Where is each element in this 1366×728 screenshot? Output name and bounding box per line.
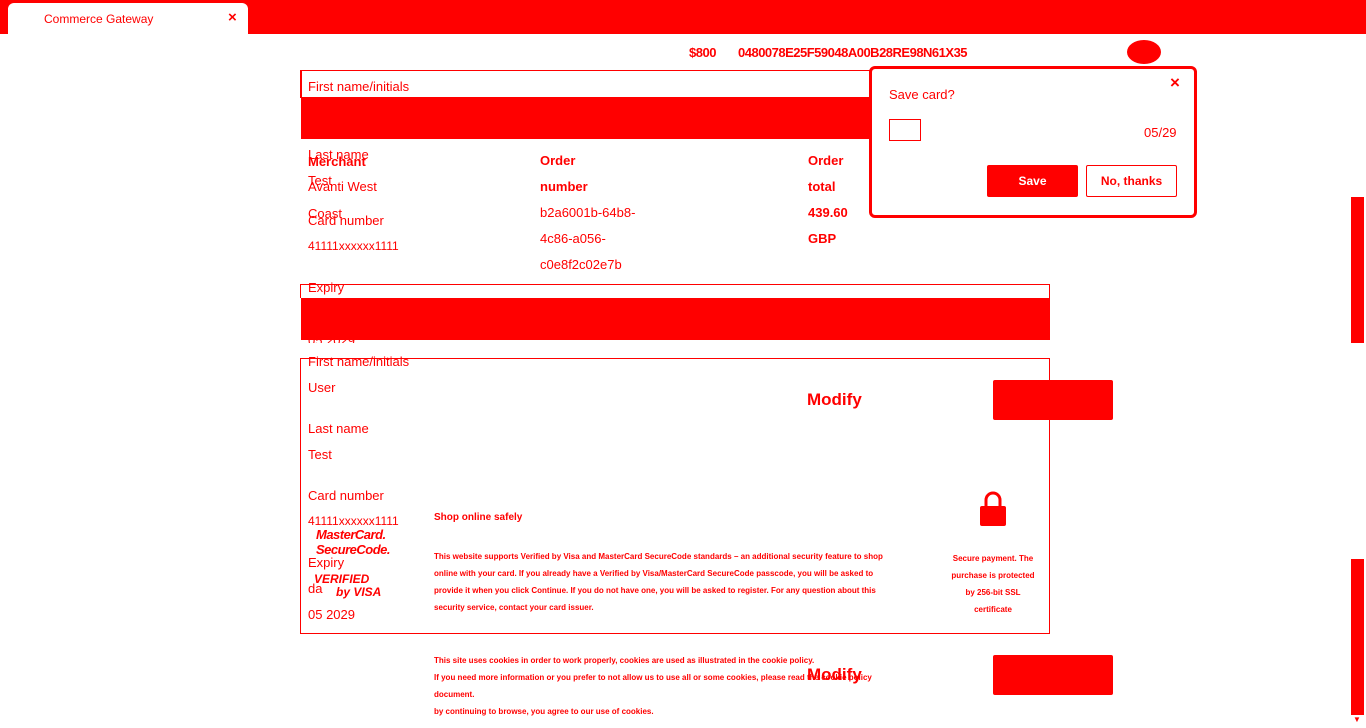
modify-button-2[interactable] <box>993 655 1113 695</box>
tab-close-icon[interactable]: × <box>228 9 237 26</box>
scrollbar-track-segment[interactable] <box>1351 197 1364 343</box>
dialog-title: Save card? <box>889 87 955 102</box>
order-total-label-2: total <box>808 179 836 194</box>
order-number-line-2: 4c86-a056- <box>540 231 606 246</box>
cookie-notice: This site uses cookies in order to work … <box>434 652 904 720</box>
order-total-label: Order <box>808 153 844 168</box>
cookie-line-1: This site uses cookies in order to work … <box>434 656 815 665</box>
bottom-first-name-label: First name/initials <box>308 354 410 369</box>
secure-side-note: Secure payment. The purchase is protecte… <box>951 554 1035 614</box>
header-right-text: 0480078E25F59048A00B28RE98N61X35 <box>738 45 968 60</box>
mastercard-line-2: SecureCode. <box>316 542 390 557</box>
modify-button-1[interactable] <box>993 380 1113 420</box>
bottom-expiry-value: 05 2029 <box>308 607 355 622</box>
save-button[interactable]: Save <box>987 165 1078 197</box>
top-expiry-border <box>300 284 1050 298</box>
mastercard-securecode-logo: MasterCard. SecureCode. <box>316 527 390 557</box>
verified-by-visa-logo: VERIFIED by VISA <box>314 573 381 599</box>
order-number-label-2: number <box>540 179 588 194</box>
merchant-value: Avanti West <box>308 179 377 194</box>
lock-icon <box>980 491 1006 526</box>
visa-line-2: by VISA <box>336 585 382 599</box>
top-first-name-label: First name/initials <box>308 79 410 94</box>
merchant-label: Merchant <box>308 154 366 169</box>
bottom-last-name-label: Last name <box>308 421 369 436</box>
secure-heading: Shop online safely <box>434 512 523 523</box>
order-number-line-3: c0e8f2c02e7b <box>540 257 622 272</box>
top-expiry-value: 05 2029 <box>308 333 355 343</box>
mastercard-line-1: MasterCard. <box>316 527 386 542</box>
top-card-number-label: Card number <box>308 213 384 228</box>
order-number-line-1: b2a6001b-64b8- <box>540 205 636 220</box>
top-expiry-input[interactable] <box>301 298 1050 340</box>
tab-title: Commerce Gateway <box>44 12 154 26</box>
header-left-text: $800 <box>689 45 716 60</box>
top-expiry-label: Expiry <box>308 280 345 295</box>
dialog-close-icon[interactable]: × <box>1170 73 1180 93</box>
browser-tab[interactable]: Commerce Gateway × <box>8 3 248 34</box>
no-thanks-button[interactable]: No, thanks <box>1086 165 1177 197</box>
bottom-first-name-value: User <box>308 380 336 395</box>
cookie-line-3: by continuing to browse, you agree to ou… <box>434 707 654 716</box>
bottom-card-number-label: Card number <box>308 488 384 503</box>
order-total-currency: GBP <box>808 231 837 246</box>
dialog-card-expiry: 05/29 <box>1144 125 1177 140</box>
save-card-dialog: Save card? × 05/29 Save No, thanks <box>869 66 1197 218</box>
top-form-border-left <box>300 70 302 98</box>
avatar[interactable] <box>1127 40 1161 64</box>
secure-body: This website supports Verified by Visa a… <box>434 552 883 612</box>
scrollbar-thumb[interactable] <box>1351 559 1364 715</box>
card-icon <box>889 119 921 141</box>
scroll-down-arrow-icon[interactable]: ▼ <box>1353 715 1361 724</box>
bottom-last-name-value: Test <box>308 447 332 462</box>
bottom-card-number-value: 41111xxxxxx1111 <box>308 514 399 528</box>
order-total-value: 439.60 <box>808 205 848 220</box>
top-card-number-value: 41111xxxxxx1111 <box>308 239 399 253</box>
cookie-line-2: If you need more information or you pref… <box>434 673 872 699</box>
bottom-expiry-label: Expiry <box>308 555 345 570</box>
order-number-label: Order <box>540 153 576 168</box>
modify-label-1: Modify <box>807 390 862 409</box>
